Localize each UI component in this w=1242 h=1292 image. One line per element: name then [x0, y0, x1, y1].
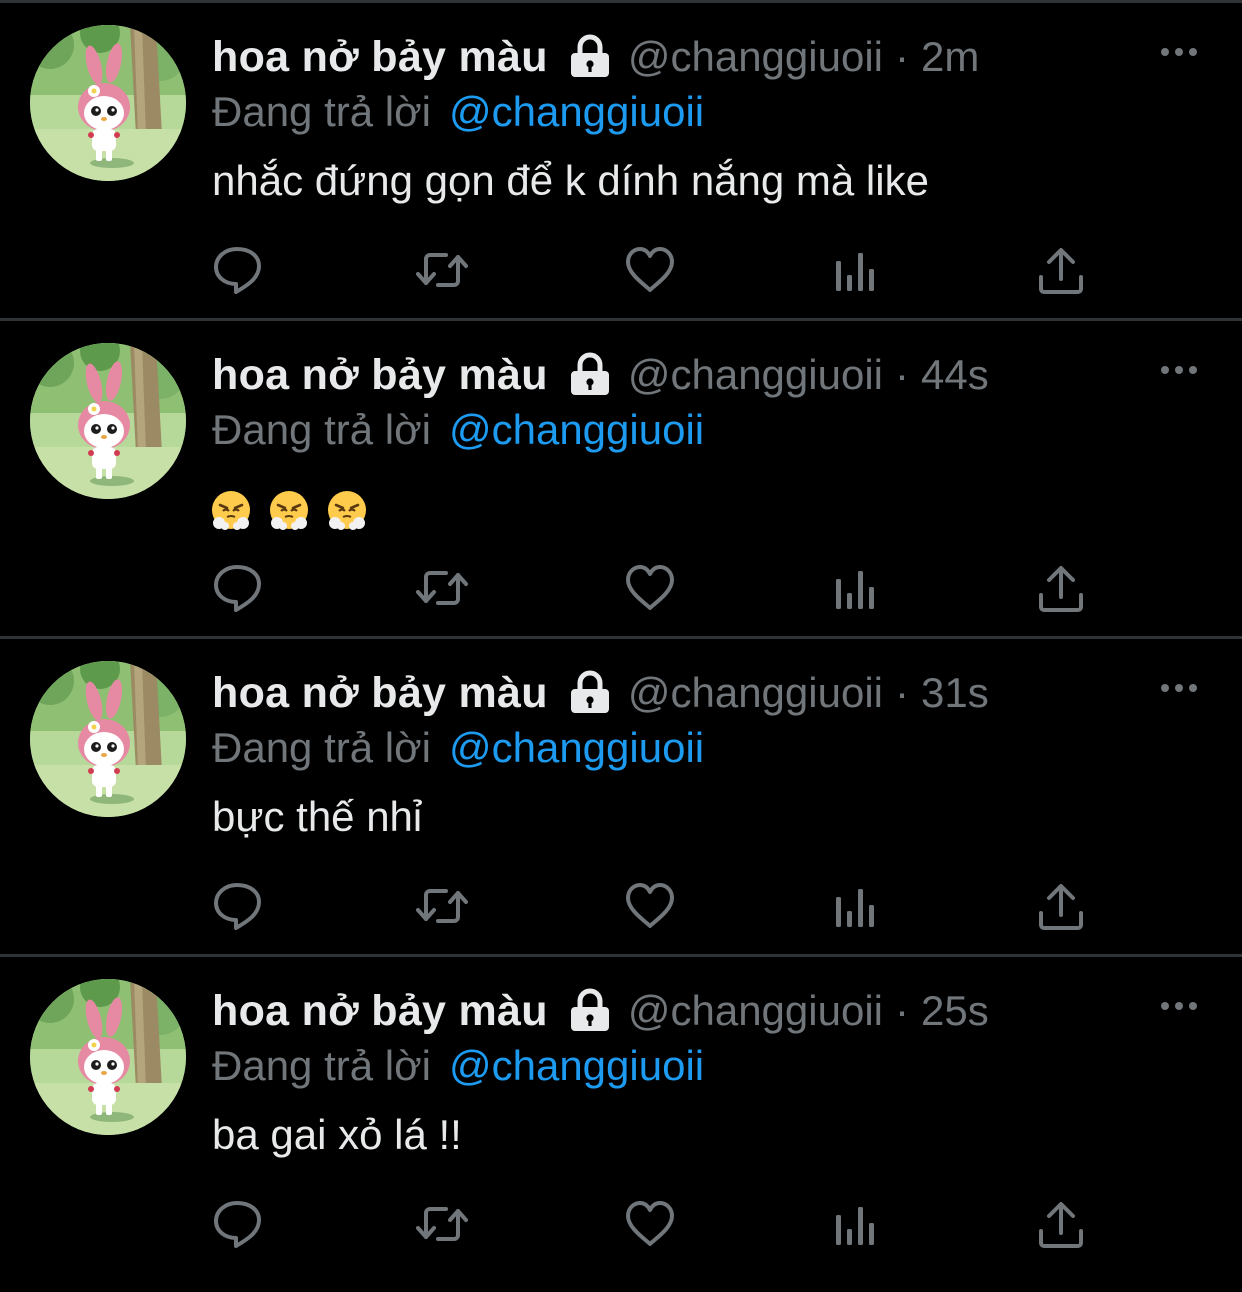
tweet[interactable]: hoa nở bảy màu @changgiuoii · 44s Đang t… — [0, 321, 1242, 639]
tweet-header: hoa nở bảy màu @changgiuoii · 31s — [212, 665, 989, 721]
more-dots-icon[interactable] — [1158, 361, 1200, 379]
face-with-steam-emoji — [210, 489, 252, 531]
tweet[interactable]: hoa nở bảy màu @changgiuoii · 25s Đang t… — [0, 957, 1242, 1275]
heart-icon[interactable] — [623, 561, 677, 615]
display-name[interactable]: hoa nở bảy màu — [212, 33, 548, 82]
separator-dot: · — [894, 351, 909, 398]
timestamp[interactable]: 2m — [921, 33, 979, 81]
username-handle[interactable]: @changgiuoii — [628, 669, 883, 717]
retweet-icon[interactable] — [415, 1197, 469, 1251]
reply-thread: hoa nở bảy màu @changgiuoii · 2m Đang tr… — [0, 3, 1242, 1275]
display-name[interactable]: hoa nở bảy màu — [212, 351, 548, 400]
tweet[interactable]: hoa nở bảy màu @changgiuoii · 2m Đang tr… — [0, 3, 1242, 321]
avatar[interactable] — [30, 25, 186, 181]
heart-icon[interactable] — [623, 1197, 677, 1251]
replying-to-label: Đang trả lời — [212, 88, 431, 135]
views-chart-icon[interactable] — [830, 243, 884, 297]
username-handle[interactable]: @changgiuoii — [628, 351, 883, 399]
reply-icon[interactable] — [212, 561, 266, 615]
replying-to: Đang trả lời @changgiuoii — [212, 403, 704, 457]
replying-to: Đang trả lời @changgiuoii — [212, 721, 704, 775]
tweet[interactable]: hoa nở bảy màu @changgiuoii · 31s Đang t… — [0, 639, 1242, 957]
retweet-icon[interactable] — [415, 561, 469, 615]
more-dots-icon[interactable] — [1158, 43, 1200, 61]
timestamp[interactable]: 31s — [921, 669, 989, 717]
replying-to-label: Đang trả lời — [212, 724, 431, 771]
tweet-text: nhắc đứng gọn để k dính nắng mà like — [212, 157, 929, 204]
share-icon[interactable] — [1034, 879, 1088, 933]
timestamp[interactable]: 25s — [921, 987, 989, 1035]
reply-icon[interactable] — [212, 1197, 266, 1251]
avatar[interactable] — [30, 661, 186, 817]
views-chart-icon[interactable] — [830, 561, 884, 615]
avatar[interactable] — [30, 979, 186, 1135]
tweet-header: hoa nở bảy màu @changgiuoii · 25s — [212, 983, 989, 1039]
lock-icon — [568, 670, 612, 716]
face-with-steam-emoji — [268, 489, 310, 531]
replying-to: Đang trả lời @changgiuoii — [212, 85, 704, 139]
retweet-icon[interactable] — [415, 243, 469, 297]
username-handle[interactable]: @changgiuoii — [628, 33, 883, 81]
action-bar — [212, 879, 1092, 933]
reply-icon[interactable] — [212, 879, 266, 933]
retweet-icon[interactable] — [415, 879, 469, 933]
face-with-steam-emoji — [326, 489, 368, 531]
separator-dot: · — [894, 987, 909, 1034]
tweet-header: hoa nở bảy màu @changgiuoii · 44s — [212, 347, 989, 403]
action-bar — [212, 243, 1092, 297]
action-bar — [212, 561, 1092, 615]
lock-icon — [568, 988, 612, 1034]
share-icon[interactable] — [1034, 1197, 1088, 1251]
timestamp[interactable]: 44s — [921, 351, 989, 399]
tweet-header: hoa nở bảy màu @changgiuoii · 2m — [212, 29, 979, 85]
more-dots-icon[interactable] — [1158, 997, 1200, 1015]
separator-dot: · — [894, 669, 909, 716]
tweet-emojis — [210, 489, 368, 531]
share-icon[interactable] — [1034, 243, 1088, 297]
views-chart-icon[interactable] — [830, 879, 884, 933]
views-chart-icon[interactable] — [830, 1197, 884, 1251]
share-icon[interactable] — [1034, 561, 1088, 615]
display-name[interactable]: hoa nở bảy màu — [212, 669, 548, 718]
replying-to-handle[interactable]: @changgiuoii — [449, 406, 704, 454]
reply-icon[interactable] — [212, 243, 266, 297]
replying-to-handle[interactable]: @changgiuoii — [449, 1042, 704, 1090]
separator-dot: · — [894, 33, 909, 80]
heart-icon[interactable] — [623, 243, 677, 297]
replying-to-handle[interactable]: @changgiuoii — [449, 724, 704, 772]
avatar[interactable] — [30, 343, 186, 499]
display-name[interactable]: hoa nở bảy màu — [212, 987, 548, 1036]
tweet-text: ba gai xỏ lá !! — [212, 1111, 462, 1158]
lock-icon — [568, 352, 612, 398]
replying-to-label: Đang trả lời — [212, 1042, 431, 1089]
replying-to-label: Đang trả lời — [212, 406, 431, 453]
lock-icon — [568, 34, 612, 80]
tweet-text: bực thế nhỉ — [212, 793, 423, 840]
action-bar — [212, 1197, 1092, 1251]
replying-to: Đang trả lời @changgiuoii — [212, 1039, 704, 1093]
replying-to-handle[interactable]: @changgiuoii — [449, 88, 704, 136]
more-dots-icon[interactable] — [1158, 679, 1200, 697]
username-handle[interactable]: @changgiuoii — [628, 987, 883, 1035]
heart-icon[interactable] — [623, 879, 677, 933]
